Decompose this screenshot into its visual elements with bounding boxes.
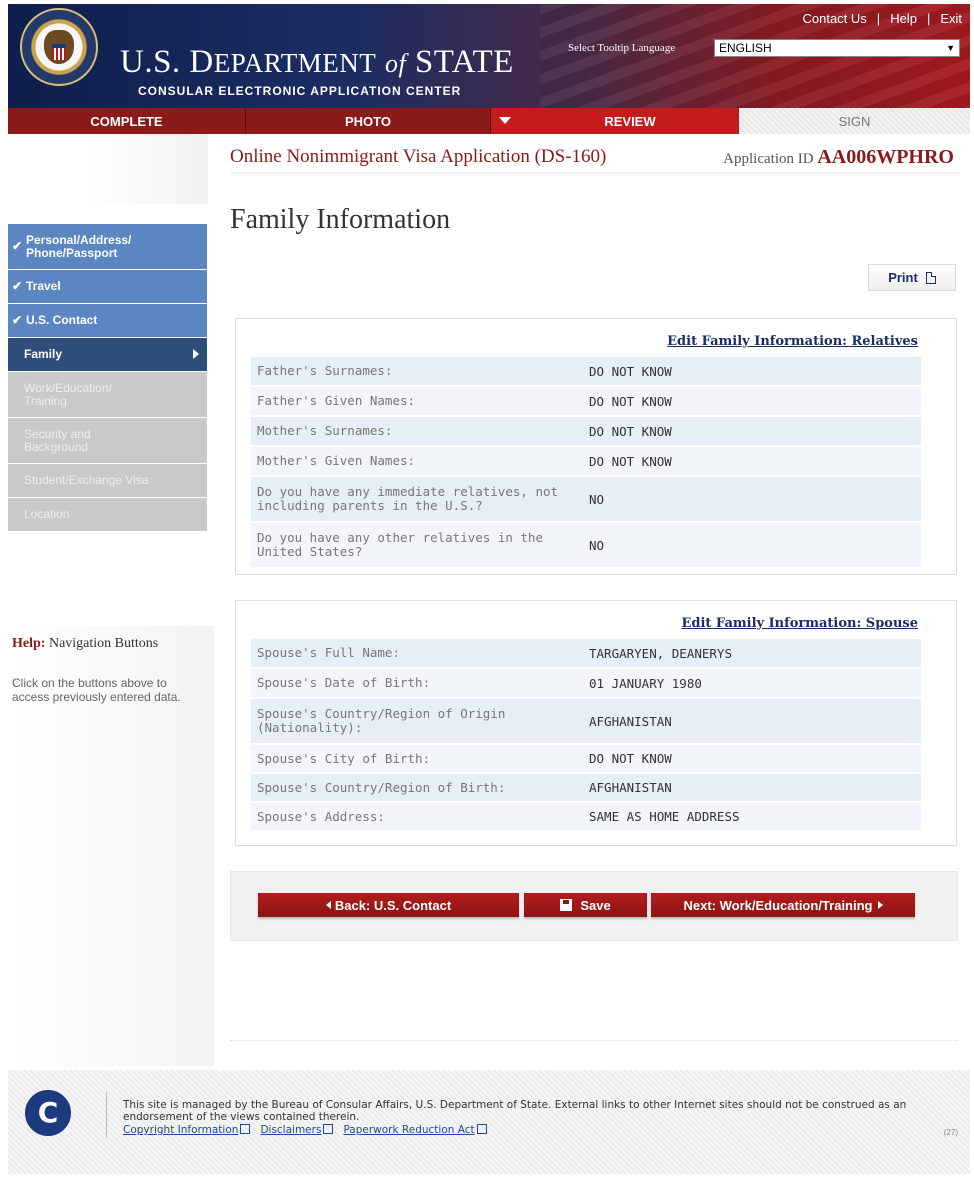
dept-subtitle: CONSULAR ELECTRONIC APPLICATION CENTER (138, 84, 462, 98)
progress-steps: COMPLETE PHOTO REVIEW SIGN (8, 108, 970, 134)
site-header: U.S. DEPARTMENT of STATE CONSULAR ELECTR… (8, 4, 970, 108)
dept-of-state-seal-icon (20, 8, 98, 86)
table-row: Do you have any other relatives in the U… (251, 523, 921, 569)
sidebar-shadow (8, 134, 208, 204)
external-link-icon (323, 1124, 334, 1134)
footer-links: Copyright Information Disclaimers Paperw… (123, 1124, 487, 1136)
relatives-table: Father's Surnames: DO NOT KNOW Father's G… (251, 357, 921, 569)
top-links: Contact Us | Help | Exit (802, 11, 962, 26)
tooltip-language-value: ENGLISH (719, 41, 772, 55)
step-complete[interactable]: COMPLETE (8, 108, 246, 134)
table-row: Spouse's Country/Region of Origin (Natio… (251, 699, 921, 745)
save-button[interactable]: Save (524, 893, 647, 917)
relatives-panel: Edit Family Information: Relatives Fathe… (235, 318, 957, 575)
page-title: Family Information (230, 204, 451, 235)
help-title: Help: Navigation Buttons (12, 636, 159, 651)
dept-title: U.S. DEPARTMENT of STATE (120, 44, 514, 80)
help-text: Click on the buttons above to access pre… (12, 676, 181, 704)
shield-shape (52, 44, 66, 60)
external-link-icon (240, 1124, 251, 1134)
table-row: Do you have any immediate relatives, not… (251, 477, 921, 523)
paperwork-reduction-link[interactable]: Paperwork Reduction Act (343, 1124, 487, 1136)
site-footer: C This site is managed by the Bureau of … (8, 1070, 970, 1174)
sidebar-item-security: Security and Background (8, 418, 207, 463)
copyright-link[interactable]: Copyright Information (123, 1124, 251, 1136)
print-button[interactable]: Print (868, 264, 956, 291)
edit-relatives-link[interactable]: Edit Family Information: Relatives (667, 334, 918, 349)
table-row: Spouse's Full Name: TARGARYEN, DEANERYS (251, 639, 921, 669)
sidebar-item-student-exchange: Student/Exchange Visa (8, 464, 207, 497)
checkmark-icon: ✔ (12, 239, 23, 253)
back-button[interactable]: Back: U.S. Contact (258, 893, 519, 917)
title-divider (230, 172, 960, 176)
help-link[interactable]: Help (890, 11, 917, 26)
table-row: Spouse's Address: SAME AS HOME ADDRESS (251, 803, 921, 832)
contact-us-link[interactable]: Contact Us (802, 11, 866, 26)
consular-affairs-logo-icon: C (25, 1090, 71, 1136)
sidebar-item-location: Location (8, 498, 207, 531)
current-step-arrow-icon (499, 117, 511, 124)
edit-spouse-link[interactable]: Edit Family Information: Spouse (681, 616, 918, 631)
checkmark-icon: ✔ (12, 313, 23, 327)
tooltip-language-select[interactable]: ENGLISH ▼ (714, 39, 960, 57)
external-link-icon (476, 1124, 487, 1134)
checkmark-icon: ✔ (12, 279, 23, 293)
content-divider (230, 1040, 958, 1041)
table-row: Spouse's Date of Birth: 01 JANUARY 1980 (251, 669, 921, 699)
step-photo[interactable]: PHOTO (246, 108, 491, 134)
exit-link[interactable]: Exit (940, 11, 962, 26)
step-review[interactable]: REVIEW (491, 108, 739, 134)
next-button[interactable]: Next: Work/Education/Training (651, 893, 915, 917)
chevron-left-icon (325, 901, 331, 909)
footer-divider (106, 1092, 107, 1138)
document-icon (925, 271, 936, 284)
table-row: Mother's Given Names: DO NOT KNOW (251, 447, 921, 477)
footer-disclaimer: This site is managed by the Bureau of Co… (123, 1099, 907, 1123)
sidebar-item-family[interactable]: Family (8, 338, 207, 371)
application-title: Online Nonimmigrant Visa Application (DS… (230, 146, 607, 167)
help-box: Help: Navigation Buttons Click on the bu… (8, 626, 214, 1066)
link-separator: | (876, 11, 881, 26)
table-row: Spouse's Country/Region of Birth: AFGHANI… (251, 774, 921, 803)
chevron-right-icon (193, 349, 199, 359)
page-number: (27) (943, 1128, 958, 1137)
table-row: Spouse's City of Birth: DO NOT KNOW (251, 745, 921, 774)
spouse-table: Spouse's Full Name: TARGARYEN, DEANERYS S… (251, 639, 921, 832)
table-row: Mother's Surnames: DO NOT KNOW (251, 417, 921, 447)
floppy-disk-icon (560, 899, 573, 911)
application-id: Application ID AA006WPHRO (723, 146, 954, 168)
disclaimers-link[interactable]: Disclaimers (260, 1124, 334, 1136)
tooltip-language-label: Select Tooltip Language (568, 42, 676, 54)
sidebar-item-work-education: Work/Education/ Training (8, 372, 207, 417)
link-separator: | (926, 11, 931, 26)
step-sign: SIGN (739, 108, 970, 134)
table-row: Father's Surnames: DO NOT KNOW (251, 357, 921, 387)
sidebar-item-personal[interactable]: ✔ Personal/Address/ Phone/Passport (8, 224, 207, 269)
table-row: Father's Given Names: DO NOT KNOW (251, 387, 921, 417)
spouse-panel: Edit Family Information: Spouse Spouse's… (235, 600, 957, 846)
sidebar-nav: ✔ Personal/Address/ Phone/Passport ✔ Tra… (8, 224, 207, 532)
navigation-button-bar: Back: U.S. Contact Save Next: Work/Educa… (230, 871, 958, 941)
sidebar-item-travel[interactable]: ✔ Travel (8, 270, 207, 303)
chevron-right-icon (877, 901, 883, 909)
dropdown-arrow-icon: ▼ (946, 43, 955, 53)
sidebar-item-us-contact[interactable]: ✔ U.S. Contact (8, 304, 207, 337)
